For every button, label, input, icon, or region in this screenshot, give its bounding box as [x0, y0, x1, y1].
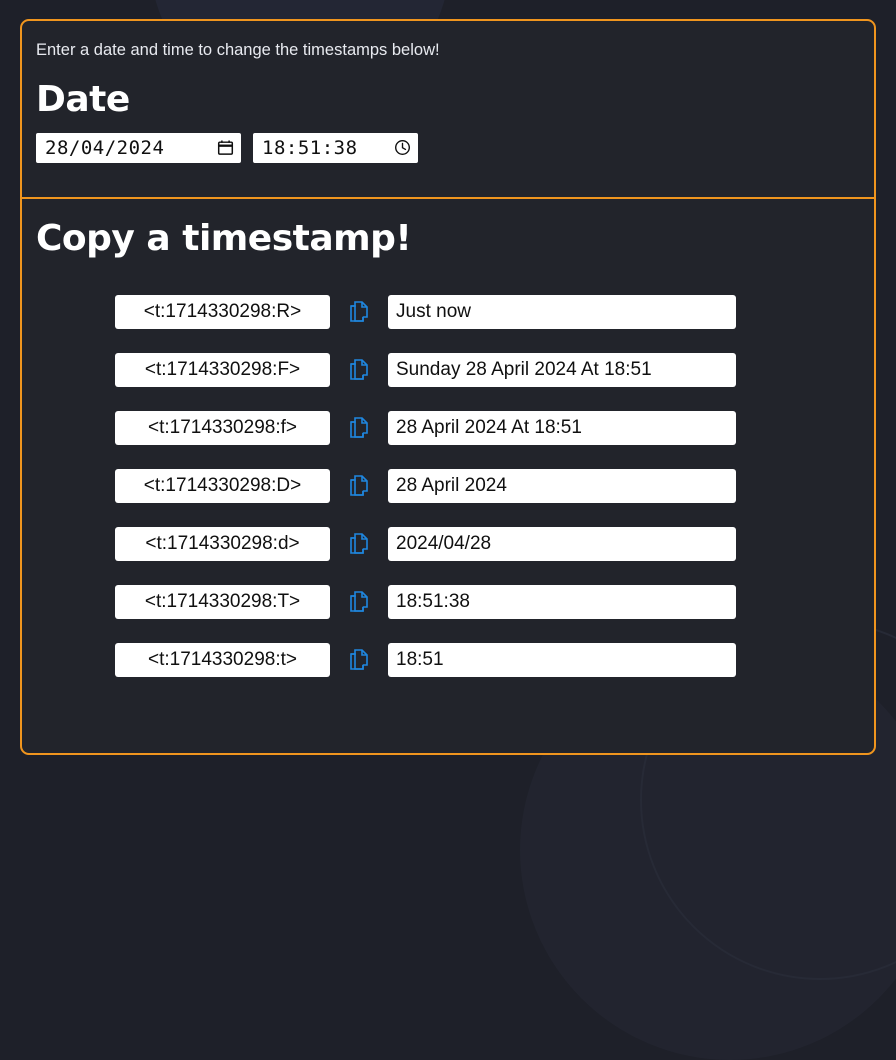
timestamp-code-field[interactable]: <t:1714330298:t>: [115, 643, 330, 677]
date-time-input-group: 28/04/2024 18:51:38: [36, 132, 874, 163]
copy-icon[interactable]: [342, 469, 376, 503]
timestamp-output-field[interactable]: 18:51:38: [388, 585, 736, 619]
timestamp-row: <t:1714330298:t> 18:51: [22, 643, 874, 677]
timestamp-code-field[interactable]: <t:1714330298:T>: [115, 585, 330, 619]
timestamp-row: <t:1714330298:F> Sunday 28 April 2024 At…: [22, 353, 874, 387]
timestamp-row: <t:1714330298:R> Just now: [22, 295, 874, 329]
copy-icon[interactable]: [342, 295, 376, 329]
time-input-value: 18:51:38: [262, 136, 358, 159]
copy-icon[interactable]: [342, 527, 376, 561]
date-input[interactable]: 28/04/2024: [36, 132, 241, 163]
time-input[interactable]: 18:51:38: [253, 132, 418, 163]
main-card: Enter a date and time to change the time…: [20, 19, 876, 755]
intro-instruction-text: Enter a date and time to change the time…: [36, 41, 440, 59]
timestamp-code-field[interactable]: <t:1714330298:f>: [115, 411, 330, 445]
timestamp-code-field[interactable]: <t:1714330298:d>: [115, 527, 330, 561]
timestamp-row: <t:1714330298:f> 28 April 2024 At 18:51: [22, 411, 874, 445]
calendar-icon[interactable]: [216, 139, 234, 157]
copy-timestamp-section: Copy a timestamp! <t:1714330298:R> Just …: [22, 221, 874, 677]
timestamp-output-field[interactable]: 2024/04/28: [388, 527, 736, 561]
timestamp-row: <t:1714330298:D> 28 April 2024: [22, 469, 874, 503]
timestamp-row-list: <t:1714330298:R> Just now <t:1714330298:…: [22, 295, 874, 677]
copy-icon[interactable]: [342, 585, 376, 619]
copy-icon[interactable]: [342, 643, 376, 677]
copy-icon[interactable]: [342, 353, 376, 387]
timestamp-output-field[interactable]: 28 April 2024: [388, 469, 736, 503]
timestamp-code-field[interactable]: <t:1714330298:R>: [115, 295, 330, 329]
timestamp-output-field[interactable]: Just now: [388, 295, 736, 329]
date-input-value: 28/04/2024: [45, 136, 165, 159]
date-heading: Date: [36, 78, 130, 120]
copy-icon[interactable]: [342, 411, 376, 445]
copy-timestamp-heading: Copy a timestamp!: [36, 218, 412, 259]
timestamp-output-field[interactable]: 18:51: [388, 643, 736, 677]
date-input-section: Enter a date and time to change the time…: [22, 21, 874, 199]
timestamp-code-field[interactable]: <t:1714330298:F>: [115, 353, 330, 387]
timestamp-row: <t:1714330298:d> 2024/04/28: [22, 527, 874, 561]
timestamp-row: <t:1714330298:T> 18:51:38: [22, 585, 874, 619]
timestamp-output-field[interactable]: 28 April 2024 At 18:51: [388, 411, 736, 445]
timestamp-code-field[interactable]: <t:1714330298:D>: [115, 469, 330, 503]
timestamp-output-field[interactable]: Sunday 28 April 2024 At 18:51: [388, 353, 736, 387]
clock-icon[interactable]: [393, 139, 411, 157]
